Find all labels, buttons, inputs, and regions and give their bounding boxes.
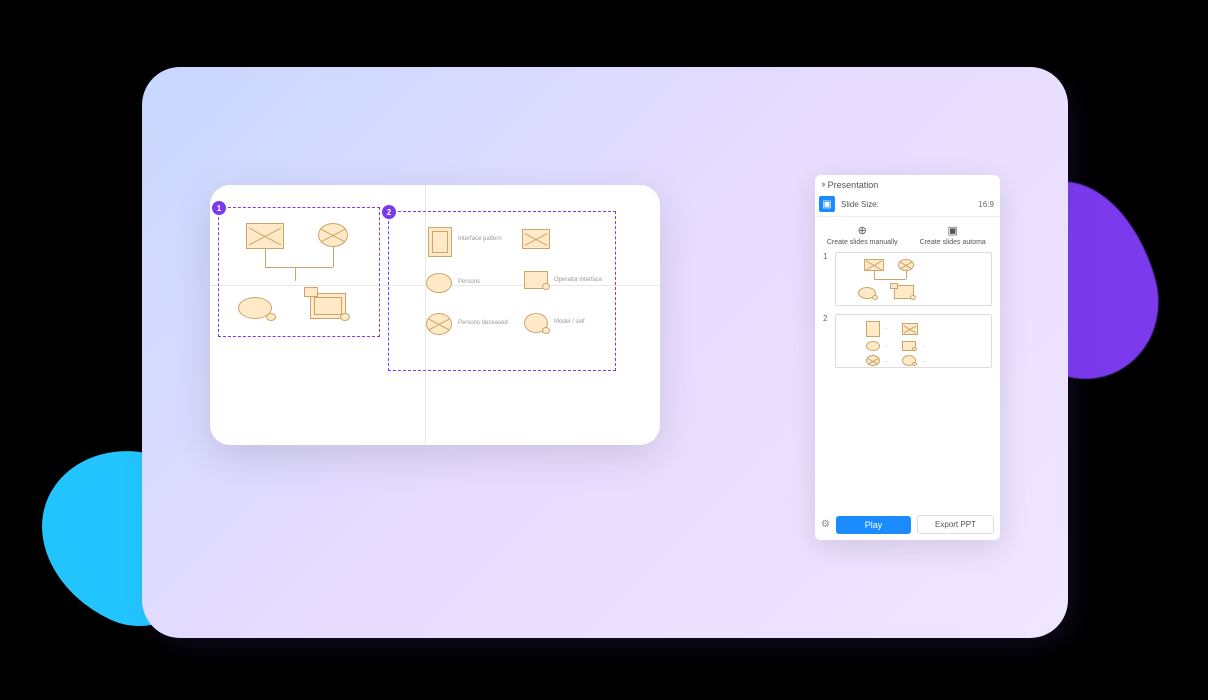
shape-small-dot-2 [340, 313, 350, 321]
presentation-panel: ›› Presentation ▣ Slide Size: 16:9 ⊕ Cre… [815, 175, 1000, 540]
settings-icon[interactable]: ⚙ [821, 519, 830, 530]
shape-device-tab-1 [304, 287, 318, 297]
label-interface-pattern: Interface pattern [458, 236, 502, 242]
slides-list: 1 2 [815, 252, 1000, 509]
shape-op-dot [542, 283, 550, 290]
shape-envelope-1[interactable] [246, 223, 284, 249]
shape-ellipse-crossed-1[interactable] [318, 223, 348, 247]
slide-thumbnail-2[interactable]: — — — — — [835, 314, 992, 368]
shape-persons-deceased[interactable] [426, 313, 452, 335]
diagram-canvas[interactable]: 1 2 Interface pattern Persons Operator i… [210, 185, 660, 445]
label-persons-deceased: Persons deceased [458, 320, 508, 326]
selection-1[interactable]: 1 [218, 207, 380, 337]
selection-2[interactable]: 2 [388, 211, 616, 371]
label-operator-interface: Operator interface [554, 277, 602, 283]
create-slides-manually[interactable]: ⊕ Create slides manually [819, 223, 906, 246]
panel-title: Presentation [828, 180, 879, 190]
slide-size-label: Slide Size: [841, 200, 879, 209]
export-ppt-button[interactable]: Export PPT [917, 515, 994, 534]
selection-badge-2: 2 [382, 205, 396, 219]
shape-interface-pattern[interactable] [428, 227, 452, 257]
panel-collapse-icon[interactable]: ›› [821, 179, 824, 190]
shape-model-dot [542, 327, 550, 334]
slide-thumbnail-1[interactable] [835, 252, 992, 306]
auto-slides-icon: ▣ [946, 223, 960, 237]
shape-persons[interactable] [426, 273, 452, 293]
label-model-self: Model / self [554, 319, 585, 325]
shape-small-dot-1 [266, 313, 276, 321]
create-slides-automatically[interactable]: ▣ Create slides automa [910, 223, 997, 246]
slide-size-value[interactable]: 16:9 [978, 200, 994, 209]
play-button[interactable]: Play [836, 516, 911, 534]
slide-number-1: 1 [823, 252, 831, 306]
shape-envelope-2[interactable] [522, 229, 550, 249]
app-window: 1 2 Interface pattern Persons Operator i… [150, 75, 1060, 630]
selection-badge-1: 1 [212, 201, 226, 215]
presentation-icon[interactable]: ▣ [819, 196, 835, 212]
slide-number-2: 2 [823, 314, 831, 368]
plus-circle-icon: ⊕ [855, 223, 869, 237]
label-persons: Persons [458, 279, 480, 285]
